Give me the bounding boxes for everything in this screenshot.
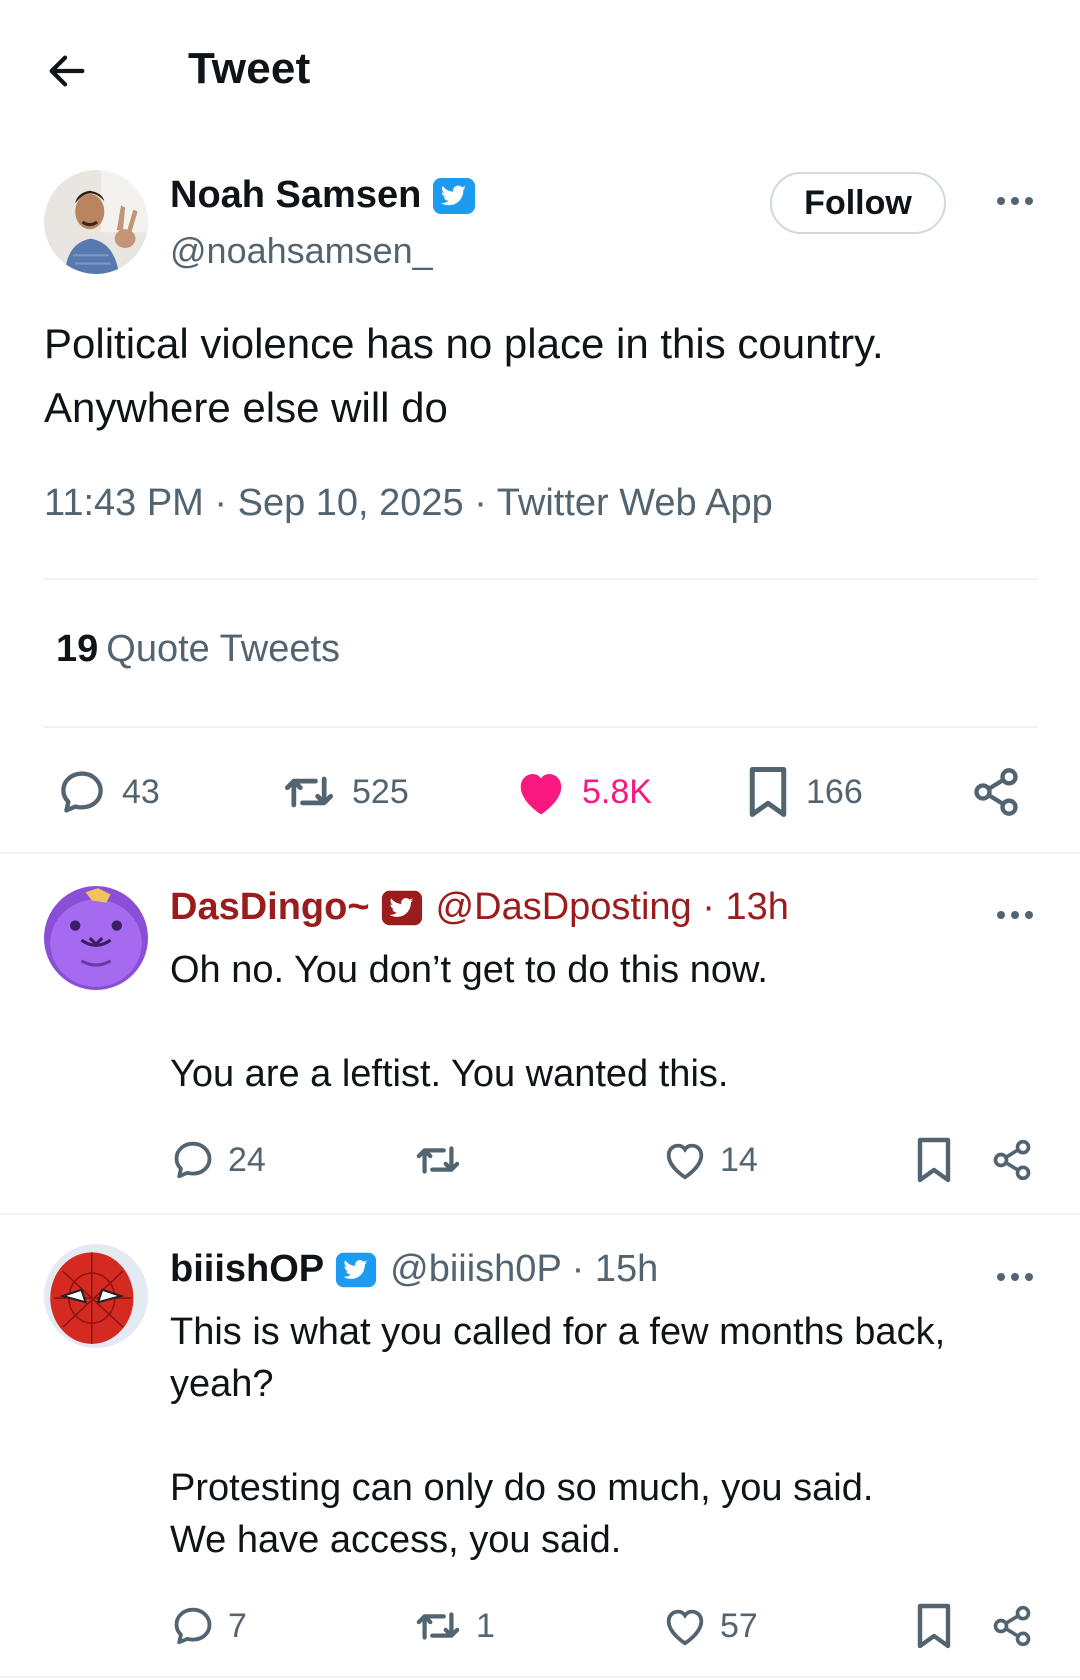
author-name[interactable]: Noah Samsen: [170, 174, 477, 217]
reply-actions: 7 1 57: [0, 1598, 1080, 1654]
reply-author-name[interactable]: biiishOP: [170, 1248, 324, 1291]
reply-header: biiishOP @biiish0P · 15h: [170, 1248, 658, 1291]
reply-tweet[interactable]: biiishOP @biiish0P · 15h This is what yo…: [0, 1214, 1080, 1680]
reply-text: This is what you called for a few months…: [170, 1311, 946, 1561]
divider: [44, 726, 1038, 728]
like-button[interactable]: 5.8K: [514, 760, 652, 824]
heart-filled-icon: [520, 774, 562, 815]
back-arrow-icon[interactable]: [44, 48, 90, 94]
reply-button[interactable]: 43: [56, 760, 160, 824]
reply-tweet[interactable]: DasDingo~ @DasDposting · 13h Oh no. You …: [0, 852, 1080, 1214]
reply-header: DasDingo~ @DasDposting · 13h: [170, 886, 789, 929]
tweet-text: Political violence has no place in this …: [44, 320, 884, 431]
reply-author-name[interactable]: DasDingo~: [170, 886, 370, 929]
reply-text: Oh no. You don’t get to do this now. You…: [170, 949, 768, 1095]
bookmark-button[interactable]: 166: [744, 760, 863, 824]
heart-icon: [666, 1143, 704, 1180]
bookmark-icon: [917, 1137, 951, 1183]
share-button[interactable]: [970, 760, 1022, 824]
share-icon: [993, 1605, 1031, 1647]
verified-badge-icon: [336, 1252, 377, 1287]
divider: [44, 578, 1038, 580]
author-handle[interactable]: @noahsamsen_: [170, 230, 433, 272]
bookmark-icon: [749, 767, 787, 817]
reply-avatar[interactable]: [44, 1244, 148, 1348]
reply-icon: [61, 771, 103, 813]
like-button[interactable]: 57: [662, 1598, 758, 1654]
reply-actions: 24 14: [0, 1132, 1080, 1188]
verified-badge-icon: [381, 890, 422, 925]
share-icon: [974, 768, 1018, 816]
page-title: Tweet: [188, 44, 311, 93]
retweet-icon: [416, 1146, 460, 1174]
reply-button[interactable]: 7: [170, 1598, 247, 1654]
retweet-button[interactable]: [412, 1132, 476, 1188]
follow-button[interactable]: Follow: [770, 172, 946, 234]
retweet-icon: [416, 1612, 460, 1640]
tweet-timestamp[interactable]: 11:43 PM · Sep 10, 2025 · Twitter Web Ap…: [44, 482, 773, 525]
reply-avatar[interactable]: [44, 886, 148, 990]
top-bar: Tweet: [0, 0, 1080, 140]
more-options-icon[interactable]: [994, 1270, 1036, 1284]
tweet-actions: 43 525 5.8K 166: [0, 760, 1080, 824]
quote-count: 19: [56, 628, 99, 670]
bookmark-button[interactable]: [914, 1598, 954, 1654]
quote-label: Quote Tweets: [106, 628, 341, 670]
quote-tweets-link[interactable]: 19 Quote Tweets: [56, 628, 340, 671]
retweet-button[interactable]: 1: [412, 1598, 495, 1654]
more-options-icon[interactable]: [994, 194, 1036, 208]
reply-icon: [174, 1141, 212, 1179]
author-avatar[interactable]: [44, 170, 148, 274]
divider: [0, 1676, 1080, 1678]
verified-badge-icon: [433, 177, 476, 214]
reply-button[interactable]: 24: [170, 1132, 266, 1188]
like-button[interactable]: 14: [662, 1132, 758, 1188]
bookmark-button[interactable]: [914, 1132, 954, 1188]
bookmark-icon: [917, 1603, 951, 1649]
share-button[interactable]: [990, 1132, 1034, 1188]
more-options-icon[interactable]: [994, 908, 1036, 922]
share-button[interactable]: [990, 1598, 1034, 1654]
heart-icon: [666, 1609, 704, 1646]
retweet-icon: [284, 776, 334, 808]
reply-icon: [174, 1607, 212, 1645]
share-icon: [993, 1139, 1031, 1181]
reply-handle-time[interactable]: @DasDposting · 13h: [436, 886, 789, 929]
retweet-button[interactable]: 525: [280, 760, 409, 824]
reply-handle-time[interactable]: @biiish0P · 15h: [390, 1248, 658, 1291]
